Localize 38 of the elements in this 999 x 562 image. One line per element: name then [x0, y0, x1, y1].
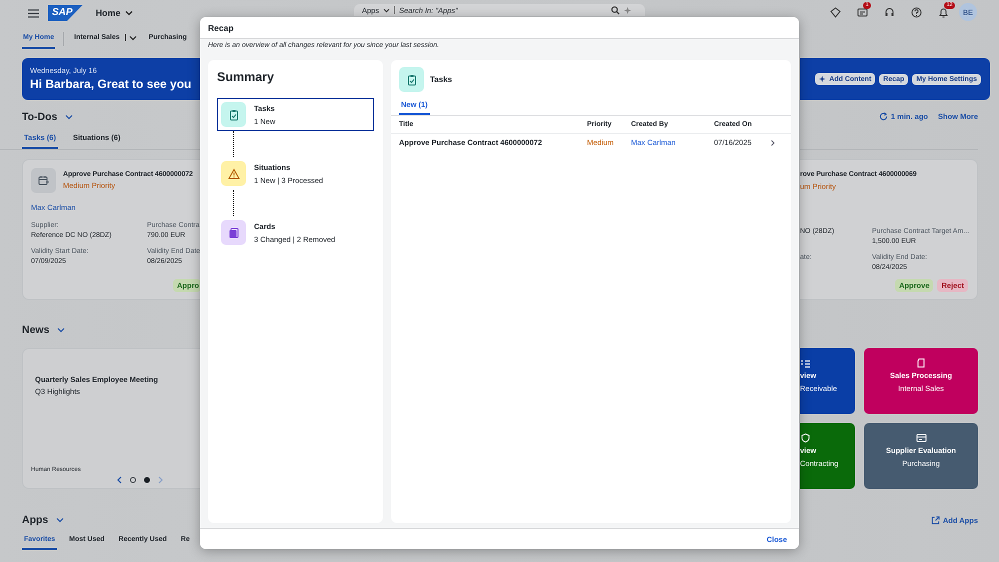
- summary-title: Summary: [217, 70, 275, 84]
- chevron-right-icon: [771, 140, 775, 146]
- card-icon: [916, 433, 926, 443]
- logo[interactable]: SAP: [48, 5, 83, 21]
- help-icon[interactable]: [911, 6, 922, 18]
- clipboard-icon: [221, 102, 246, 127]
- sparkle-icon[interactable]: [624, 6, 633, 14]
- headset-icon[interactable]: [884, 6, 895, 18]
- inbox-icon[interactable]: [857, 6, 868, 18]
- chevron-down-icon: [56, 517, 64, 523]
- diamond-icon[interactable]: [830, 6, 841, 18]
- chevron-down-icon[interactable]: [383, 8, 390, 12]
- bell-icon[interactable]: [938, 6, 949, 18]
- chevron-down-icon: [65, 114, 74, 120]
- clipboard-icon: [399, 67, 424, 92]
- search-icon[interactable]: [611, 6, 620, 14]
- previous-icon[interactable]: [117, 476, 122, 484]
- warning-icon: [221, 161, 246, 186]
- section-title: To-Dos: [22, 110, 58, 122]
- panel-title: Tasks: [430, 75, 452, 84]
- page-dot[interactable]: [130, 477, 136, 483]
- section-title: News: [22, 324, 50, 336]
- chevron-down-icon: [124, 10, 133, 16]
- home-menu[interactable]: Home: [96, 8, 133, 18]
- shield-icon: [800, 433, 811, 443]
- document-icon: [916, 358, 926, 368]
- external-link-icon: [930, 516, 940, 524]
- menu-icon[interactable]: [28, 8, 39, 18]
- dialog-title: Recap: [208, 22, 234, 32]
- cards-icon: [221, 220, 246, 245]
- refresh-icon: [878, 112, 888, 121]
- page-dot[interactable]: [144, 477, 150, 483]
- section-title: Apps: [22, 514, 48, 526]
- sparkle-icon: [819, 75, 828, 83]
- calendar-icon: [31, 168, 56, 193]
- chart-icon: [800, 358, 811, 368]
- chevron-down-icon: [57, 327, 66, 333]
- greeting-text: Hi Barbara, Great to see you: [30, 77, 192, 91]
